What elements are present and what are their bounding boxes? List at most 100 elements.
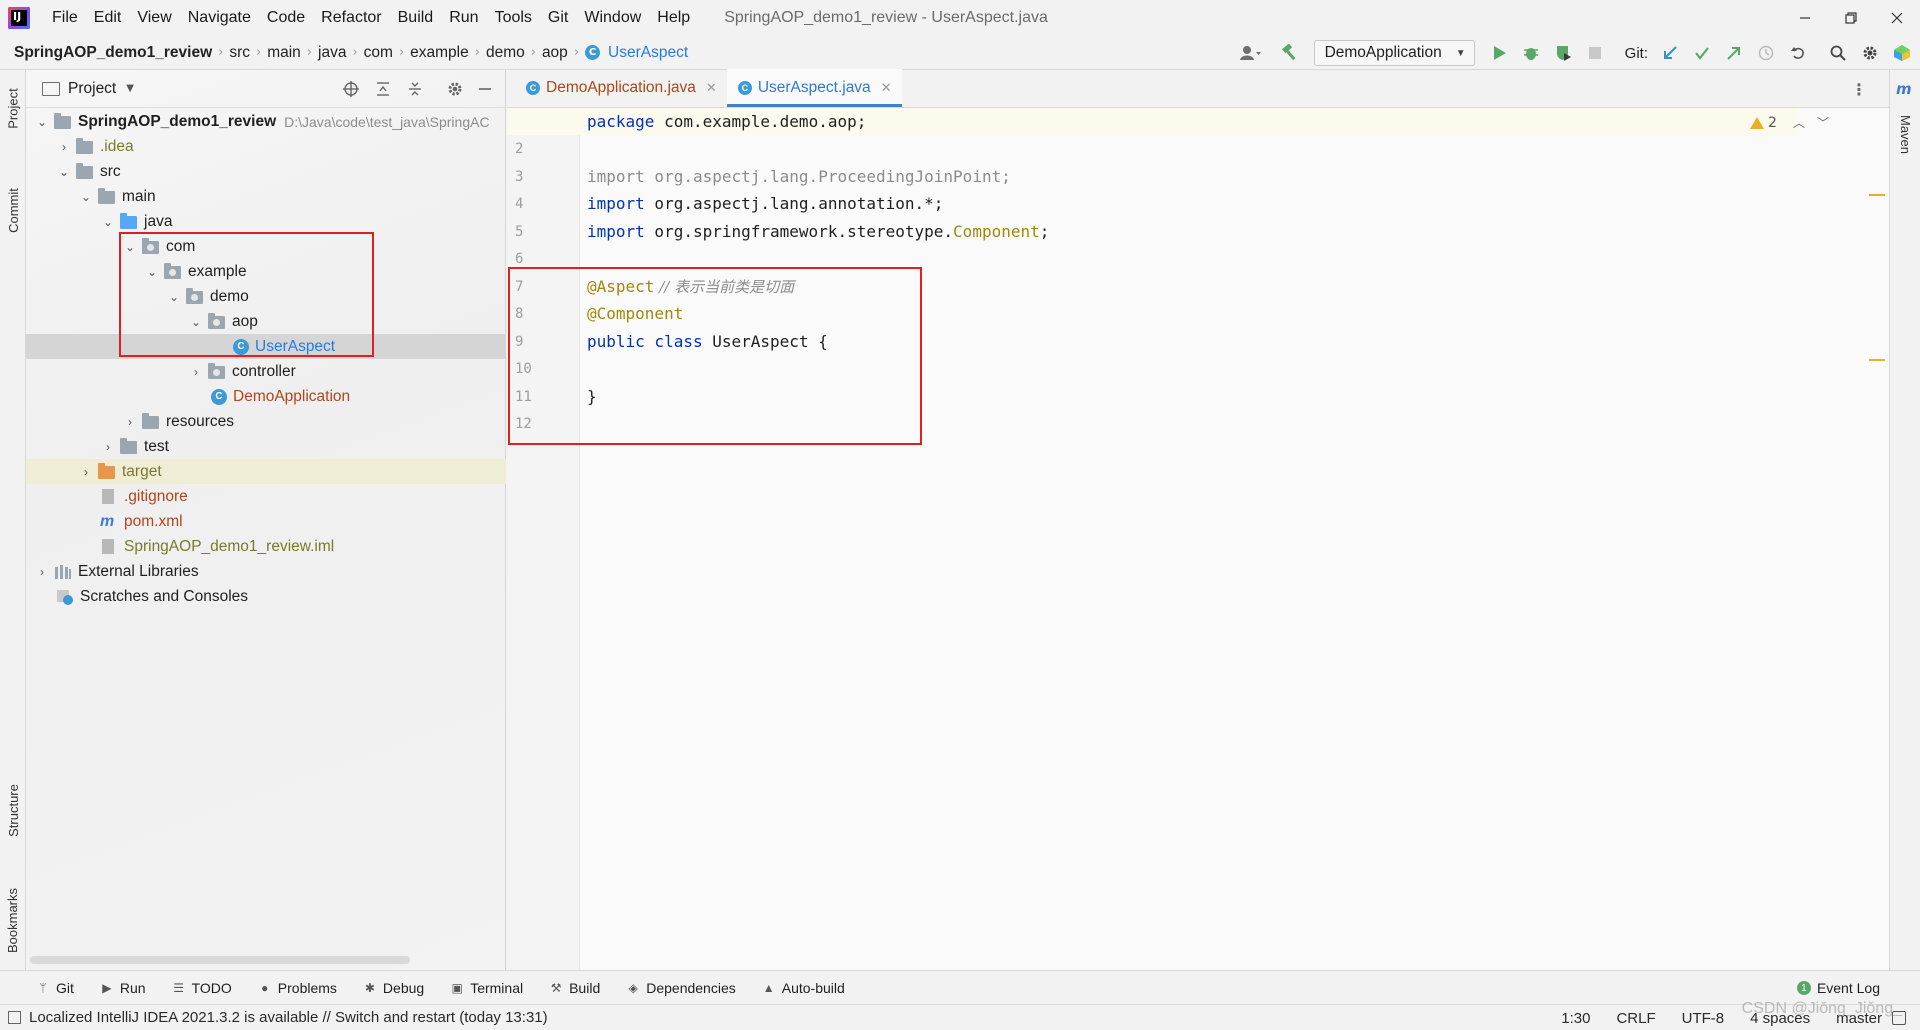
chevron-right-icon[interactable]: › [100,439,116,455]
close-tab-icon[interactable]: ✕ [706,80,717,96]
close-window-button[interactable] [1874,0,1920,36]
git-push-icon[interactable] [1720,39,1748,67]
menu-help[interactable]: Help [649,9,698,27]
breadcrumb-project[interactable]: SpringAOP_demo1_review [0,44,218,62]
menu-code[interactable]: Code [259,9,313,27]
chevron-down-icon[interactable]: ⌄ [56,164,72,180]
tool-git[interactable]: ᛘ Git [36,980,74,996]
tree-item-target[interactable]: › target [26,459,506,484]
settings-gear-icon[interactable] [1856,39,1884,67]
menu-refactor[interactable]: Refactor [313,9,389,27]
chevron-down-icon[interactable]: ⌄ [78,189,94,205]
git-update-icon[interactable] [1656,39,1684,67]
file-encoding[interactable]: UTF-8 [1682,1010,1725,1027]
warning-stripe-marker[interactable] [1869,359,1885,361]
tool-auto-build[interactable]: ▲ Auto-build [762,980,845,996]
chevron-down-icon[interactable]: ⌄ [144,264,160,280]
tree-item-controller[interactable]: › controller [26,359,506,384]
breadcrumb-demo[interactable]: demo [480,44,531,62]
restore-button[interactable] [1828,0,1874,36]
tree-item-useraspect[interactable]: C UserAspect [26,334,506,359]
chevron-right-icon[interactable]: › [188,364,204,380]
breadcrumb-com[interactable]: com [358,44,399,62]
menu-view[interactable]: View [129,9,179,27]
line-separator[interactable]: CRLF [1616,1010,1655,1027]
run-icon[interactable] [1485,39,1513,67]
caret-position[interactable]: 1:30 [1561,1010,1590,1027]
close-tab-icon[interactable]: ✕ [881,80,892,96]
chevron-right-icon[interactable]: › [78,464,94,480]
build-hammer-icon[interactable] [1276,39,1304,67]
warning-stripe-marker[interactable] [1869,194,1885,196]
tool-tab-maven[interactable]: Maven [1890,104,1920,164]
tree-item-iml[interactable]: SpringAOP_demo1_review.iml [26,534,506,559]
chevron-down-icon[interactable]: ⌄ [100,214,116,230]
event-log-button[interactable]: 1 Event Log [1796,980,1880,996]
minimize-button[interactable] [1782,0,1828,36]
tree-item-gitignore[interactable]: .gitignore [26,484,506,509]
project-panel-title[interactable]: Project [68,80,116,98]
tool-tab-structure[interactable]: Structure [0,760,26,860]
tree-item-demoapplication[interactable]: C DemoApplication [26,384,506,409]
tree-item-pom[interactable]: m pom.xml [26,509,506,534]
tree-item-example[interactable]: ⌄ example [26,259,506,284]
toolbox-icon[interactable] [1888,39,1916,67]
rollback-icon[interactable] [1784,39,1812,67]
menu-edit[interactable]: Edit [86,9,130,27]
history-clock-icon[interactable] [1752,39,1780,67]
status-message[interactable]: Localized IntelliJ IDEA 2021.3.2 is avai… [29,1009,548,1026]
tool-build[interactable]: ⚒ Build [549,980,601,996]
tool-tab-bookmarks[interactable]: Bookmarks [0,870,26,970]
tree-item-scratches[interactable]: Scratches and Consoles [26,584,506,609]
collapse-all-icon[interactable] [402,76,428,102]
locate-target-icon[interactable] [338,76,364,102]
chevron-down-icon[interactable]: ▼ [126,83,134,94]
settings-gear-icon[interactable] [442,76,468,102]
search-icon[interactable] [1824,39,1852,67]
tree-item-external-libraries[interactable]: › External Libraries [26,559,506,584]
tool-terminal[interactable]: ▣ Terminal [450,980,524,996]
debug-bug-icon[interactable] [1517,39,1545,67]
chevron-right-icon[interactable]: › [122,414,138,430]
stop-icon[interactable] [1581,39,1609,67]
tree-item-idea[interactable]: › .idea [26,134,506,159]
tool-tab-project[interactable]: Project [0,78,26,138]
chevron-down-icon[interactable]: ⌄ [188,314,204,330]
chevron-right-icon[interactable]: › [34,564,50,580]
breadcrumb-main[interactable]: main [261,44,307,62]
hide-panel-icon[interactable] [472,76,498,102]
chevron-down-icon[interactable]: ⌄ [122,239,138,255]
expand-all-icon[interactable] [370,76,396,102]
breadcrumb-aop[interactable]: aop [536,44,574,62]
user-account-icon[interactable] [1236,39,1264,67]
tool-run[interactable]: ▶ Run [100,980,145,996]
chevron-down-icon[interactable]: ﹀ [1817,114,1829,131]
inspection-widget[interactable]: 2 ︿ ﹀ [1750,114,1829,131]
horizontal-scrollbar[interactable] [30,956,410,964]
breadcrumb-src[interactable]: src [223,44,256,62]
status-toggle-icon[interactable] [8,1011,21,1024]
menu-window[interactable]: Window [576,9,649,27]
tree-item-java[interactable]: ⌄ java [26,209,506,234]
git-commit-icon[interactable] [1688,39,1716,67]
breadcrumb-useraspect[interactable]: UserAspect [602,44,694,62]
menu-git[interactable]: Git [540,9,576,27]
chevron-down-icon[interactable]: ⌄ [34,114,50,130]
breadcrumb-java[interactable]: java [312,44,352,62]
more-options-icon[interactable]: ⋮ [1851,80,1867,99]
tree-item-project-root[interactable]: ⌄ SpringAOP_demo1_review D:\Java\code\te… [26,109,506,134]
menu-run[interactable]: Run [441,9,486,27]
tool-dependencies[interactable]: ◈ Dependencies [626,980,736,996]
tree-item-src[interactable]: ⌄ src [26,159,506,184]
menu-tools[interactable]: Tools [487,9,540,27]
tree-item-com[interactable]: ⌄ com [26,234,506,259]
tree-item-resources[interactable]: › resources [26,409,506,434]
tree-item-aop[interactable]: ⌄ aop [26,309,506,334]
chevron-down-icon[interactable]: ⌄ [166,289,182,305]
tab-demoapplication[interactable]: C DemoApplication.java ✕ [515,69,727,107]
tool-todo[interactable]: ☰ TODO [172,980,232,996]
chevron-right-icon[interactable]: › [56,139,72,155]
maven-icon[interactable]: m [1896,80,1912,98]
tree-item-demo[interactable]: ⌄ demo [26,284,506,309]
tool-debug[interactable]: ✱ Debug [363,980,424,996]
